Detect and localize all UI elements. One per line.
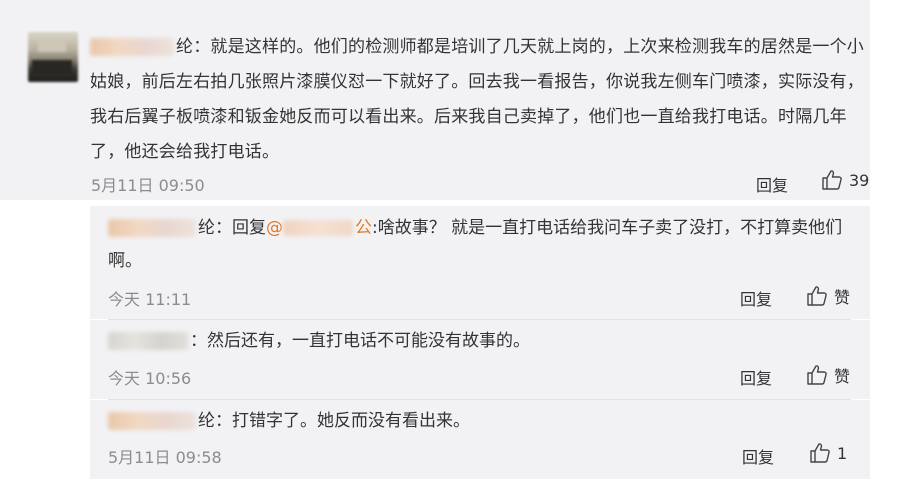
reply-time: 5月11日 09:58 (108, 448, 222, 467)
username-blurred[interactable] (90, 38, 174, 56)
thumbs-up-icon (821, 169, 843, 191)
like-count: 39 (849, 170, 870, 190)
username-suffix: 纶： (198, 411, 232, 431)
reply-prefix: 回复 (232, 218, 266, 238)
thumbs-up-icon (806, 364, 828, 386)
thumbs-up-icon (806, 285, 828, 307)
username-suffix: 纶： (176, 37, 211, 57)
reply-button[interactable]: 回复 (740, 365, 772, 389)
reply-time: 今天 11:11 (108, 290, 192, 309)
thumbs-up-icon (809, 442, 831, 464)
reply-body: 纶：回复@ 公:啥故事？ 就是一直打电话给我问车子卖了没打，不打算卖他们啊。 (108, 212, 851, 278)
like-button[interactable]: 1 (809, 442, 847, 464)
reply-button[interactable]: 回复 (740, 286, 772, 310)
username-blurred[interactable] (108, 412, 196, 430)
reply-text: 打错字了。她反而没有看出来。 (232, 411, 470, 431)
reply-button[interactable]: 回复 (756, 172, 788, 196)
username-blurred[interactable] (108, 219, 196, 237)
reply-body: ：然后还有，一直打电话不可能没有故事的。 (108, 325, 851, 358)
like-button[interactable]: 赞 (806, 284, 850, 308)
like-count: 1 (837, 443, 848, 463)
like-button[interactable]: 赞 (806, 363, 850, 387)
reply-time: 今天 10:56 (108, 369, 192, 388)
main-comment-body: 纶：就是这样的。他们的检测师都是培训了几天就上岗的，上次来检测我车的居然是一个小… (90, 30, 870, 170)
reply-body: 纶：打错字了。她反而没有看出来。 (108, 405, 851, 438)
reply-card: 纶：回复@ 公:啥故事？ 就是一直打电话给我问车子卖了没打，不打算卖他们啊。 今天… (90, 206, 870, 319)
reply-text: 然后还有，一直打电话不可能没有故事的。 (207, 331, 530, 351)
reply-card: 纶：打错字了。她反而没有看出来。 5月11日 09:58 回复 1 (90, 400, 870, 479)
avatar[interactable] (28, 32, 78, 82)
username-suffix: 纶： (198, 218, 232, 238)
like-label: 赞 (834, 367, 851, 386)
username-blurred[interactable] (108, 332, 188, 350)
reply-card: ：然后还有，一直打电话不可能没有故事的。 今天 10:56 回复 赞 (90, 320, 870, 399)
like-label: 赞 (834, 288, 851, 307)
username-suffix: ： (190, 331, 207, 351)
reply-button[interactable]: 回复 (742, 444, 774, 468)
main-comment-card: 纶：就是这样的。他们的检测师都是培训了几天就上岗的，上次来检测我车的居然是一个小… (0, 0, 870, 200)
mention-link[interactable]: @ 公 (266, 218, 372, 238)
like-button[interactable]: 39 (821, 169, 869, 191)
comment-time: 5月11日 09:50 (91, 176, 205, 195)
